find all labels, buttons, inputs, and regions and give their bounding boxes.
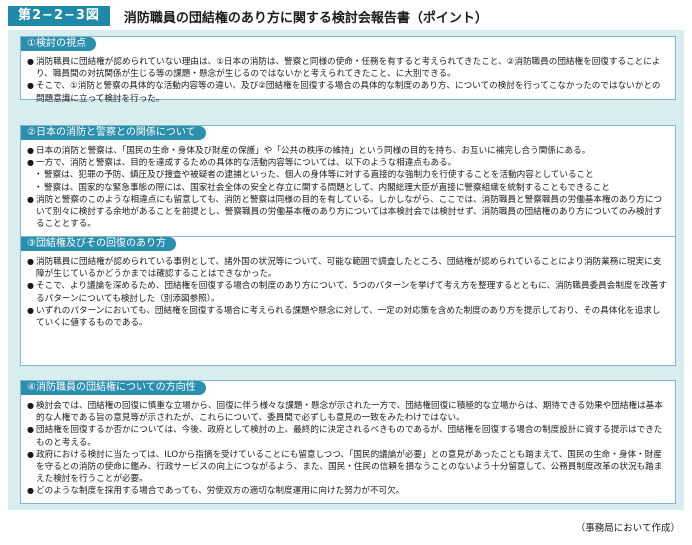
bullet-item: そこで、①消防と警察の具体的な活動内容等の違い、及び②団結権を回復する場合の具体… bbox=[27, 80, 667, 104]
section-right-to-organize: ③団結権及びその回復のあり方 消防職員に団結権が認められている事例として、諸外国… bbox=[20, 236, 676, 366]
bullet-item: 消防と警察のこのような相違点にも留意しても、消防と警察は同様の目的を有している。… bbox=[27, 194, 667, 231]
bullet-item: どのような制度を採用する場合であっても、労使双方の適切な制度運用に向けた努力が不… bbox=[27, 485, 667, 497]
section-heading: ③団結権及びその回復のあり方 bbox=[21, 237, 176, 251]
source-note: （事務局において作成） bbox=[575, 523, 680, 534]
figure-title: 消防職員の団結権のあり方に関する検討会報告書（ポイント） bbox=[123, 10, 488, 26]
figure-label: 第2−2−3図 bbox=[8, 6, 110, 26]
section-heading: ④消防職員の団結権についての方向性 bbox=[21, 381, 206, 395]
bullet-item: 消防職員に団結権が認められている事例として、諸外国の状況等について、可能な範囲で… bbox=[27, 256, 667, 280]
figure-header: 第2−2−3図 消防職員の団結権のあり方に関する検討会報告書（ポイント） bbox=[8, 6, 488, 26]
sub-bullet-item: 警察は、国家的な緊急事態の際には、国家社会全体の安全と存立に関する問題として、内… bbox=[27, 182, 667, 194]
sub-bullet-item: 警察は、犯罪の予防、鎮圧及び捜査や被疑者の逮捕といった、個人の身体等に対する直接… bbox=[27, 169, 667, 181]
section-viewpoint: ①検討の視点 消防職員に団結権が認められていない理由は、①日本の消防は、警察と同… bbox=[20, 36, 676, 104]
bullet-item: そこで、より議論を深めるため、団結権を回復する場合の制度のあり方について、5つの… bbox=[27, 280, 667, 304]
bullet-item: いずれのパターンにおいても、団結権を回復する場合に考えられる課題や懸念に対して、… bbox=[27, 305, 667, 329]
bullet-item: 一方で、消防と警察は、目的を達成するための具体的な活動内容等については、以下のよ… bbox=[27, 157, 667, 169]
bullet-item: 消防職員に団結権が認められていない理由は、①日本の消防は、警察と同様の使命・任務… bbox=[27, 56, 667, 80]
section-heading: ②日本の消防と警察との関係について bbox=[21, 126, 206, 140]
bullet-item: 検討会では、団結権の回復に慎重な立場から、回復に伴う様々な課題・懸念が示された一… bbox=[27, 400, 667, 424]
bullet-item: 団結権を回復するか否かについては、今後、政府として検討の上、最終的に決定されるべ… bbox=[27, 424, 667, 448]
section-direction: ④消防職員の団結権についての方向性 検討会では、団結権の回復に慎重な立場から、回… bbox=[20, 380, 676, 504]
content-panel: ①検討の視点 消防職員に団結権が認められていない理由は、①日本の消防は、警察と同… bbox=[8, 30, 684, 510]
bullet-item: 日本の消防と警察は、「国民の生命・身体及び財産の保護」や「公共の秩序の維持」とい… bbox=[27, 145, 667, 157]
section-heading: ①検討の視点 bbox=[21, 37, 96, 51]
bullet-item: 政府における検討に当たっては、ILOから指摘を受けていることにも留意しつつ、「国… bbox=[27, 449, 667, 486]
